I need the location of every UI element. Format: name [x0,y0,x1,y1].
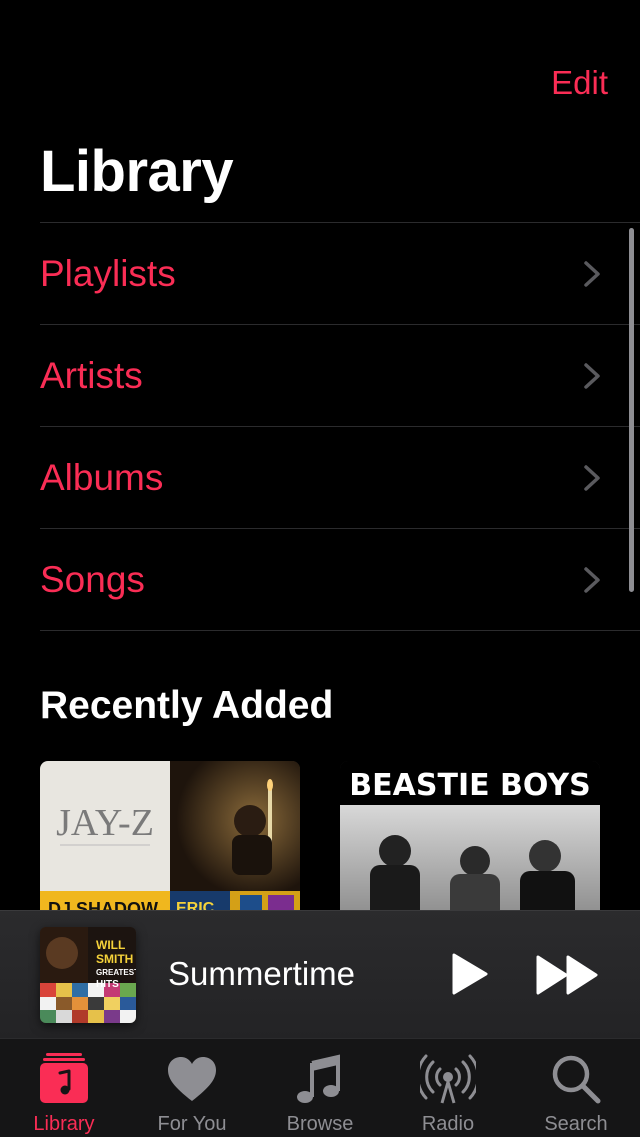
tab-label: Search [544,1113,608,1135]
edit-button[interactable]: Edit [551,64,608,102]
chevron-right-icon [584,260,600,287]
menu-item-label: Songs [40,558,145,600]
svg-text:WILL: WILL [96,938,125,952]
album-card-collage[interactable]: JAY-Z DJ SHADOW ERIC [40,761,300,921]
tab-label: Browse [286,1113,354,1135]
tab-radio[interactable]: Radio [384,1039,512,1137]
album-cover-art: JAY-Z DJ SHADOW ERIC [40,761,300,921]
music-note-icon [297,1054,340,1103]
tab-label: Radio [421,1113,475,1135]
cover-text-jayz: JAY-Z [56,802,154,844]
tab-bar: Library For You Browse Radio Search [0,1038,640,1137]
now-playing-artwork[interactable]: WILL SMITH GREATEST HITS [40,927,136,1023]
recently-added-title: Recently Added [40,684,334,727]
fast-forward-icon[interactable] [534,953,602,997]
tab-library[interactable]: Library [0,1039,128,1137]
tab-label: Library [33,1113,95,1135]
now-playing-title[interactable]: Summertime [168,955,355,993]
svg-text:SMITH: SMITH [96,952,133,966]
cover-text-beastie: BEASTIE BOYS [349,768,590,803]
menu-item-label: Playlists [40,252,176,294]
tab-browse[interactable]: Browse [256,1039,384,1137]
menu-item-label: Artists [40,354,143,396]
tab-search[interactable]: Search [512,1039,640,1137]
search-icon [552,1055,601,1104]
play-icon[interactable] [446,951,492,997]
heart-icon [168,1057,216,1101]
svg-text:HITS: HITS [96,979,119,990]
radio-icon [420,1054,476,1104]
tab-for-you[interactable]: For You [128,1039,256,1137]
chevron-right-icon [584,464,600,491]
menu-item-playlists[interactable]: Playlists [40,223,640,325]
page-title: Library [40,139,234,204]
menu-item-albums[interactable]: Albums [40,427,640,529]
chevron-right-icon [584,566,600,593]
library-icon [40,1053,88,1103]
album-card-beastie-boys[interactable]: BEASTIE BOYS [340,761,600,921]
menu-item-songs[interactable]: Songs [40,529,640,631]
library-menu: Playlists Artists Albums Songs [40,222,640,631]
album-art-image: WILL SMITH GREATEST HITS [40,927,136,1023]
mini-player[interactable]: WILL SMITH GREATEST HITS Summertime [0,910,640,1039]
menu-item-label: Albums [40,456,164,498]
tab-label: For You [157,1113,227,1135]
chevron-right-icon [584,362,600,389]
scrollbar[interactable] [629,228,634,592]
menu-item-artists[interactable]: Artists [40,325,640,427]
svg-text:GREATEST: GREATEST [96,968,136,977]
album-cover-art: BEASTIE BOYS [340,761,600,921]
